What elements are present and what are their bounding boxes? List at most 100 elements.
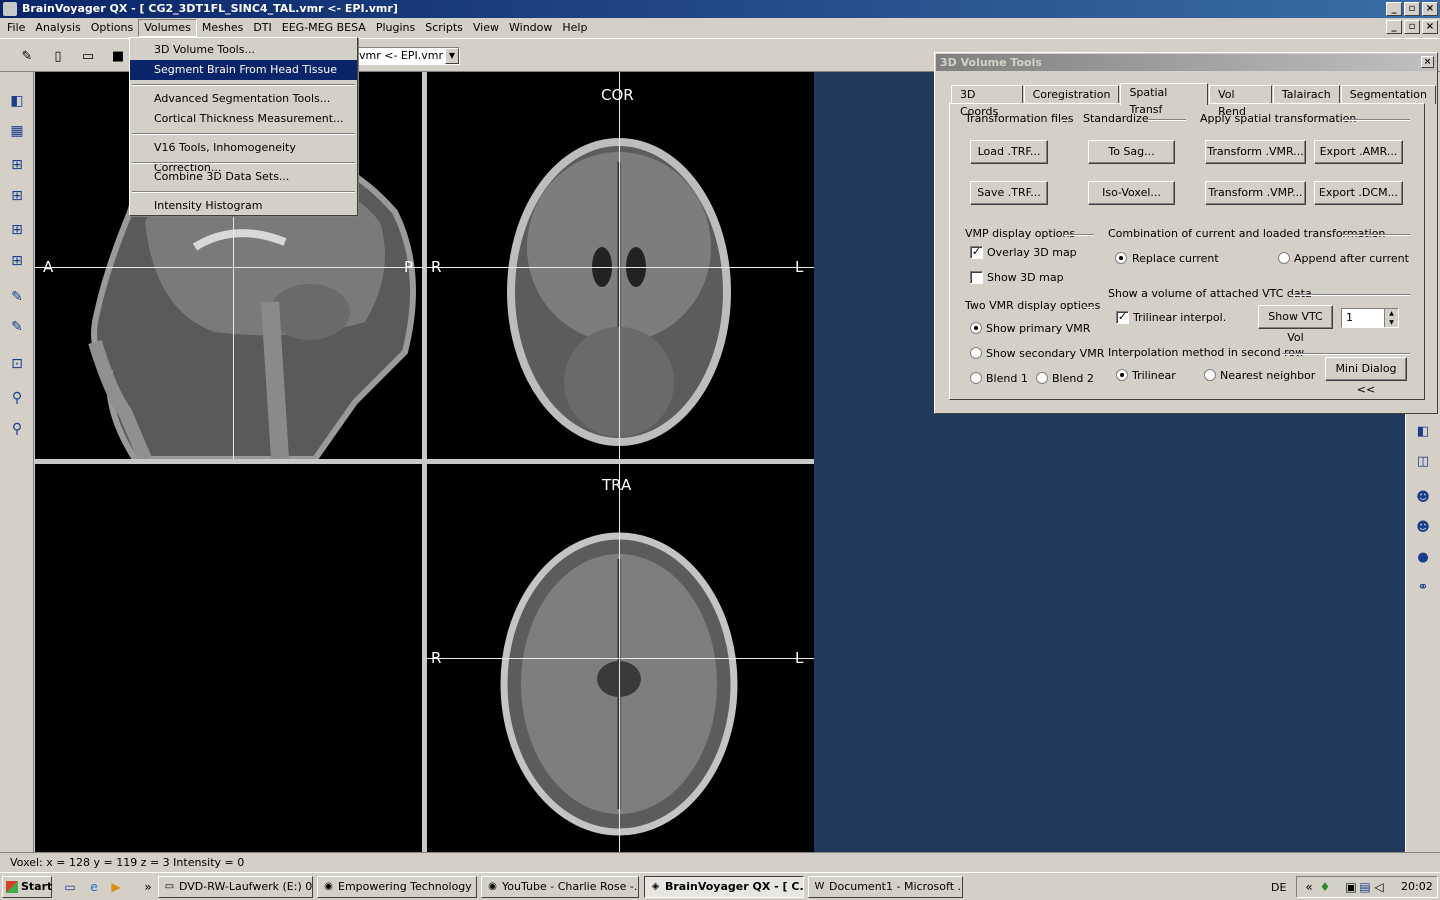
- menu-combine-3d[interactable]: Combine 3D Data Sets...: [130, 167, 357, 187]
- chevron-right-icon[interactable]: »: [140, 879, 156, 895]
- tab-coregistration[interactable]: Coregistration: [1023, 85, 1120, 104]
- start-button[interactable]: Start: [2, 876, 52, 898]
- task-dvd-drive[interactable]: ▭ DVD-RW-Laufwerk (E:) 0...: [158, 876, 313, 898]
- menu-scripts[interactable]: Scripts: [420, 19, 468, 37]
- layout-1-icon[interactable]: ⊞: [6, 154, 28, 176]
- mdi-minimize-button[interactable]: _: [1386, 20, 1402, 34]
- trilinear-radio[interactable]: [1116, 369, 1128, 381]
- menu-intensity-histogram[interactable]: Intensity Histogram: [130, 196, 357, 216]
- restore-button[interactable]: ▫: [1404, 2, 1420, 16]
- mdi-restore-button[interactable]: ▫: [1404, 20, 1420, 34]
- overlay-3d-map-checkbox[interactable]: ✓: [970, 246, 983, 259]
- replace-current-radio[interactable]: [1115, 252, 1127, 264]
- grid-icon[interactable]: ▦: [6, 120, 28, 142]
- menu-segment-brain[interactable]: Segment Brain From Head Tissue: [130, 60, 357, 80]
- show-desktop-icon[interactable]: ▭: [62, 879, 78, 895]
- tab-vol-rend[interactable]: Vol Rend: [1209, 85, 1272, 118]
- menu-eeg-meg-besa[interactable]: EEG-MEG BESA: [277, 19, 371, 37]
- sphere-icon[interactable]: ●: [1412, 546, 1434, 568]
- menu-file[interactable]: File: [2, 19, 30, 37]
- trilinear-interpol-checkbox[interactable]: ✓: [1116, 311, 1129, 324]
- append-after-radio[interactable]: [1278, 252, 1290, 264]
- menu-advanced-segmentation[interactable]: Advanced Segmentation Tools...: [130, 89, 357, 109]
- tab-talairach[interactable]: Talairach: [1272, 85, 1340, 104]
- menu-cortical-thickness[interactable]: Cortical Thickness Measurement...: [130, 109, 357, 129]
- media-player-icon[interactable]: ▶: [108, 879, 124, 895]
- tab-segmentation[interactable]: Segmentation: [1340, 85, 1436, 104]
- show-vtc-vol-button[interactable]: Show VTC Vol: [1258, 305, 1333, 344]
- view-splitter-vertical[interactable]: [422, 72, 427, 852]
- mini-dialog-button[interactable]: Mini Dialog <<: [1325, 357, 1407, 396]
- head-2-icon[interactable]: ☻: [1412, 516, 1434, 538]
- iso-voxel-button[interactable]: Iso-Voxel...: [1088, 181, 1175, 205]
- blend1-radio[interactable]: [970, 372, 982, 384]
- head-icon[interactable]: ☻: [1412, 486, 1434, 508]
- dialog-close-button[interactable]: ×: [1421, 56, 1434, 68]
- transform-vmp-button[interactable]: Transform .VMP...: [1205, 181, 1306, 205]
- menu-volumes[interactable]: Volumes: [138, 19, 197, 37]
- menu-window[interactable]: Window: [504, 19, 557, 37]
- menu-analysis[interactable]: Analysis: [30, 19, 85, 37]
- spinner-arrows-icon[interactable]: ▲ ▼: [1384, 309, 1398, 327]
- task-word-document[interactable]: W Document1 - Microsoft ...: [808, 876, 963, 898]
- blend2-radio[interactable]: [1036, 372, 1048, 384]
- link-icon[interactable]: ⚭: [1412, 576, 1434, 598]
- export-amr-button[interactable]: Export .AMR...: [1314, 140, 1403, 164]
- layout-3-icon[interactable]: ⊞: [6, 219, 28, 241]
- export-dcm-button[interactable]: Export .DCM...: [1314, 181, 1403, 205]
- brush-icon[interactable]: ✎: [6, 286, 28, 308]
- brush-2-icon[interactable]: ✎: [6, 316, 28, 338]
- zoom-in-icon[interactable]: ⚲: [6, 418, 28, 440]
- chevron-down-icon[interactable]: ▼: [445, 48, 459, 64]
- mdi-close-button[interactable]: ×: [1422, 20, 1438, 34]
- coronal-title: COR: [601, 86, 634, 104]
- load-trf-button[interactable]: Load .TRF...: [970, 140, 1048, 164]
- minimize-button[interactable]: _: [1386, 2, 1402, 16]
- show-3d-map-checkbox[interactable]: [970, 271, 983, 284]
- menu-dti[interactable]: DTI: [248, 19, 276, 37]
- zoom-out-icon[interactable]: ⚲: [6, 387, 28, 409]
- menu-view[interactable]: View: [468, 19, 504, 37]
- tab-spatial-transf[interactable]: Spatial Transf: [1120, 83, 1209, 116]
- transversal-view[interactable]: TRA R L: [427, 464, 814, 852]
- tray-expand-icon[interactable]: «: [1301, 879, 1317, 895]
- language-indicator[interactable]: DE: [1271, 881, 1286, 894]
- empty-view[interactable]: [35, 464, 422, 852]
- left-label: L: [795, 258, 804, 276]
- show-secondary-radio[interactable]: [970, 347, 982, 359]
- save-trf-button[interactable]: Save .TRF...: [970, 181, 1048, 205]
- vtc-volume-spinner[interactable]: 1 ▲ ▼: [1341, 308, 1399, 328]
- vmr-selector[interactable]: vmr <- EPI.vmr ▼: [355, 47, 460, 65]
- volume-cube-icon[interactable]: ◧: [6, 90, 28, 112]
- task-empowering-technology[interactable]: ◉ Empowering Technology: [317, 876, 477, 898]
- coronal-view[interactable]: COR R L: [427, 72, 814, 459]
- window-titlebar[interactable]: BrainVoyager QX - [ CG2_3DT1FL_SINC4_TAL…: [0, 0, 1440, 18]
- internet-explorer-icon[interactable]: e: [86, 879, 102, 895]
- cube-icon[interactable]: ◧: [1412, 420, 1434, 442]
- cube-group-icon[interactable]: ◫: [1412, 450, 1434, 472]
- task-brainvoyager[interactable]: ◈ BrainVoyager QX - [ C...: [644, 876, 804, 898]
- menu-options[interactable]: Options: [86, 19, 138, 37]
- network-icon[interactable]: ♦: [1317, 879, 1333, 895]
- new-file-icon[interactable]: ▯: [47, 45, 69, 67]
- nearest-radio[interactable]: [1204, 369, 1216, 381]
- layout-2-icon[interactable]: ⊞: [6, 185, 28, 207]
- tab-3d-coords[interactable]: 3D Coords: [951, 85, 1023, 118]
- close-button[interactable]: ×: [1422, 2, 1438, 16]
- menu-help[interactable]: Help: [557, 19, 592, 37]
- crosshair-icon[interactable]: ⊡: [6, 353, 28, 375]
- transform-vmr-button[interactable]: Transform .VMR...: [1205, 140, 1306, 164]
- menu-meshes[interactable]: Meshes: [197, 19, 248, 37]
- task-youtube[interactable]: ◉ YouTube - Charlie Rose -...: [481, 876, 639, 898]
- save-icon[interactable]: ■: [107, 45, 129, 67]
- menu-plugins[interactable]: Plugins: [371, 19, 420, 37]
- volume-icon[interactable]: ◁: [1371, 879, 1387, 895]
- open-folder-icon[interactable]: ▭: [77, 45, 99, 67]
- to-sag-button[interactable]: To Sag...: [1088, 140, 1175, 164]
- menu-3d-volume-tools[interactable]: 3D Volume Tools...: [130, 40, 357, 60]
- show-primary-radio[interactable]: [970, 322, 982, 334]
- layout-4-icon[interactable]: ⊞: [6, 250, 28, 272]
- wand-icon[interactable]: ✎: [16, 45, 38, 67]
- dialog-titlebar[interactable]: 3D Volume Tools ×: [936, 54, 1436, 71]
- menu-v16-tools[interactable]: V16 Tools, Inhomogeneity Correction...: [130, 138, 357, 174]
